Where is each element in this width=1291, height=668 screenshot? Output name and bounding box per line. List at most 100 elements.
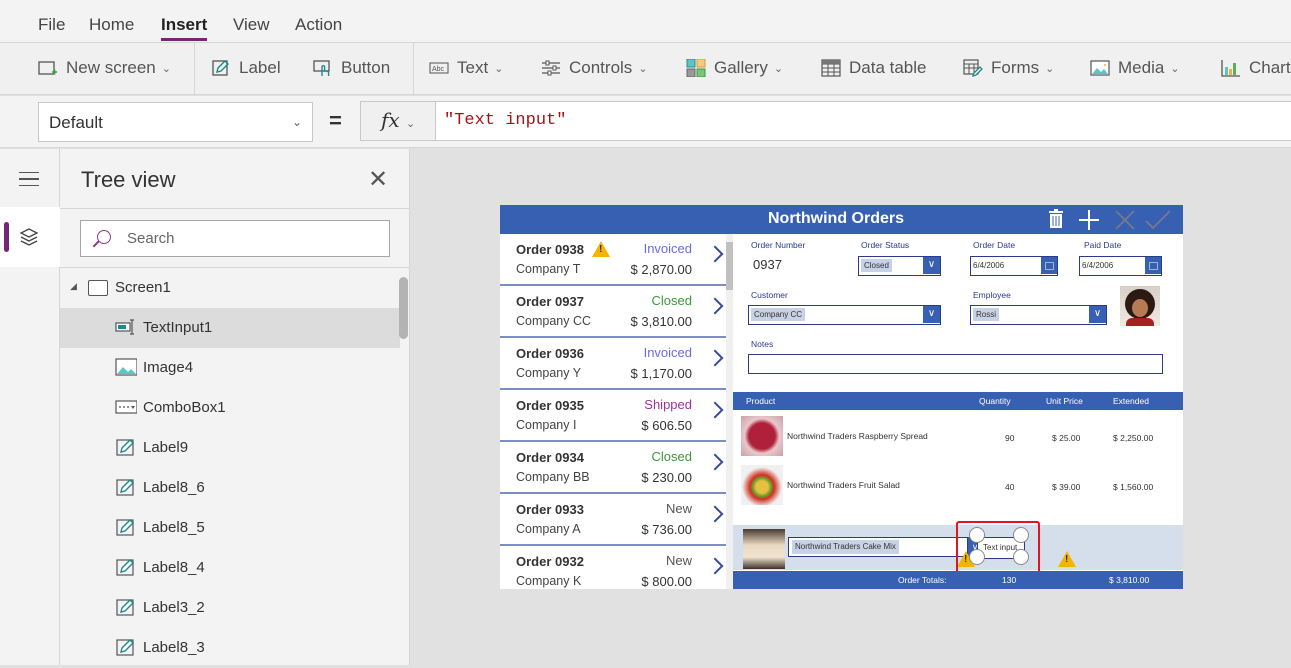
layers-icon (19, 228, 39, 246)
employee-dropdown[interactable]: Rossi ∨ (970, 305, 1107, 325)
button-button[interactable]: Button (313, 58, 390, 78)
tree-item-textinput1[interactable]: TextInput1 (60, 308, 400, 348)
company-name: Company T (516, 262, 581, 276)
header-extended: Extended (1113, 396, 1149, 406)
label-button[interactable]: Label (211, 58, 281, 78)
search-icon (97, 230, 111, 244)
formula-input[interactable]: "Text input" (435, 101, 1291, 141)
menu-action[interactable]: Action (295, 15, 342, 35)
gallery-item[interactable]: Order 0934 Company BB Closed $ 230.00 (500, 442, 726, 494)
tree-scrollbar[interactable] (399, 277, 408, 339)
fx-button[interactable]: fx ⌄ (360, 101, 436, 141)
chart-menu-button[interactable]: Chart (1221, 58, 1291, 78)
media-menu-button[interactable]: Media ⌄ (1090, 58, 1180, 78)
forms-menu-button[interactable]: Forms ⌄ (963, 58, 1054, 78)
product-quantity: 90 (1005, 433, 1015, 443)
tree-item-label8-6[interactable]: Label8_6 (60, 468, 400, 508)
controls-menu-button[interactable]: Controls ⌄ (541, 58, 648, 78)
tree-item-label8-3[interactable]: Label8_3 (60, 628, 400, 668)
add-icon[interactable] (1078, 209, 1100, 231)
new-screen-label: New screen (66, 58, 156, 77)
customer-label: Customer (751, 290, 788, 300)
gallery-item[interactable]: Order 0933 Company A New $ 736.00 (500, 494, 726, 546)
trash-icon[interactable] (1048, 209, 1064, 229)
tree-item-image4[interactable]: Image4 (60, 348, 400, 388)
resize-handle-top-left[interactable] (969, 527, 985, 543)
product-combobox[interactable]: Northwind Traders Cake Mix ∨ (788, 537, 982, 557)
menu-insert[interactable]: Insert (161, 15, 208, 41)
order-status-label: Order Status (861, 240, 910, 250)
notes-input[interactable] (748, 354, 1163, 374)
gallery-item[interactable]: Order 0935 Company I Shipped $ 606.50 (500, 390, 726, 442)
hamburger-menu-icon[interactable] (19, 172, 39, 186)
gallery-item[interactable]: Order 0936 Company Y Invoiced $ 1,170.00 (500, 338, 726, 390)
tree-view-toggle[interactable] (0, 207, 60, 267)
tree-item-label8-5[interactable]: Label8_5 (60, 508, 400, 548)
cancel-icon[interactable] (1114, 209, 1136, 231)
resize-handle-top-right[interactable] (1013, 527, 1029, 543)
gallery-menu-button[interactable]: Gallery ⌄ (686, 58, 783, 78)
gallery-scrollbar[interactable] (726, 234, 733, 589)
order-number: Order 0934 (516, 450, 584, 465)
scrollbar-thumb[interactable] (726, 242, 733, 290)
notes-label: Notes (751, 339, 774, 349)
chevron-right-icon[interactable] (706, 297, 724, 315)
label-icon (116, 599, 134, 616)
order-number: Order 0937 (516, 294, 584, 309)
tree-item-label9[interactable]: Label9 (60, 428, 400, 468)
screen-icon (88, 280, 108, 296)
tree-item-label8-4[interactable]: Label8_4 (60, 548, 400, 588)
calendar-icon[interactable] (1041, 257, 1057, 274)
chevron-right-icon[interactable] (706, 557, 724, 575)
active-indicator (4, 222, 9, 252)
chevron-right-icon[interactable] (706, 349, 724, 367)
tree-search-input[interactable]: Search (80, 220, 390, 257)
paid-date-value: 6/4/2006 (1082, 261, 1114, 270)
chevron-right-icon[interactable] (706, 505, 724, 523)
customer-dropdown[interactable]: Company CC ∨ (748, 305, 941, 325)
tree-item-label: Image4 (143, 359, 194, 376)
resize-handle-bottom-right[interactable] (1013, 549, 1029, 565)
chevron-right-icon[interactable] (706, 245, 724, 263)
label-icon (116, 559, 134, 576)
button-button-text: Button (341, 58, 391, 77)
order-date-picker[interactable]: 6/4/2006 (970, 256, 1058, 276)
collapse-triangle-icon[interactable]: ◢ (70, 281, 77, 292)
paid-date-picker[interactable]: 6/4/2006 (1079, 256, 1162, 276)
menu-file[interactable]: File (38, 15, 65, 35)
gallery-menu-label: Gallery (714, 58, 768, 77)
controls-menu-label: Controls (569, 58, 633, 77)
order-status: Closed (651, 293, 692, 308)
tree-item-label3-2[interactable]: Label3_2 (60, 588, 400, 628)
detail-row[interactable]: Northwind Traders Raspberry Spread 90 $ … (733, 413, 1183, 461)
company-name: Company BB (516, 470, 590, 484)
detail-row[interactable]: Northwind Traders Fruit Salad 40 $ 39.00… (733, 462, 1183, 510)
gallery-item[interactable]: Order 0938! Company T Invoiced $ 2,870.00 (500, 234, 726, 286)
calendar-icon[interactable] (1145, 257, 1161, 274)
new-screen-button[interactable]: New screen ⌄ (38, 58, 171, 78)
chevron-right-icon[interactable] (706, 453, 724, 471)
controls-icon (542, 60, 560, 76)
close-icon[interactable]: ✕ (368, 165, 388, 194)
order-amount: $ 1,170.00 (630, 366, 692, 381)
label-icon (116, 479, 134, 496)
menu-home[interactable]: Home (89, 15, 134, 35)
gallery-item[interactable]: Order 0937 Company CC Closed $ 3,810.00 (500, 286, 726, 338)
tree-item-combobox1[interactable]: ComboBox1 (60, 388, 400, 428)
totals-quantity: 130 (1002, 575, 1017, 585)
chevron-right-icon[interactable] (706, 401, 724, 419)
order-number: Order 0933 (516, 502, 584, 517)
chart-menu-label: Chart (1249, 58, 1291, 77)
order-status-dropdown[interactable]: Closed ∨ (858, 256, 941, 276)
checkmark-icon[interactable] (1145, 210, 1171, 230)
gallery-item[interactable]: Order 0932 Company K New $ 800.00 (500, 546, 726, 589)
tree-item-screen1[interactable]: ◢ Screen1 (60, 268, 400, 308)
app-title: Northwind Orders (768, 210, 905, 227)
menu-view[interactable]: View (233, 15, 270, 35)
data-table-button[interactable]: Data table (821, 58, 927, 78)
product-extended: $ 1,560.00 (1113, 482, 1154, 492)
property-dropdown[interactable]: Default ⌄ (38, 102, 313, 142)
text-menu-button[interactable]: Abc Text ⌄ (429, 58, 503, 78)
toolbar-divider (413, 43, 414, 95)
resize-handle-bottom-left[interactable] (969, 549, 985, 565)
